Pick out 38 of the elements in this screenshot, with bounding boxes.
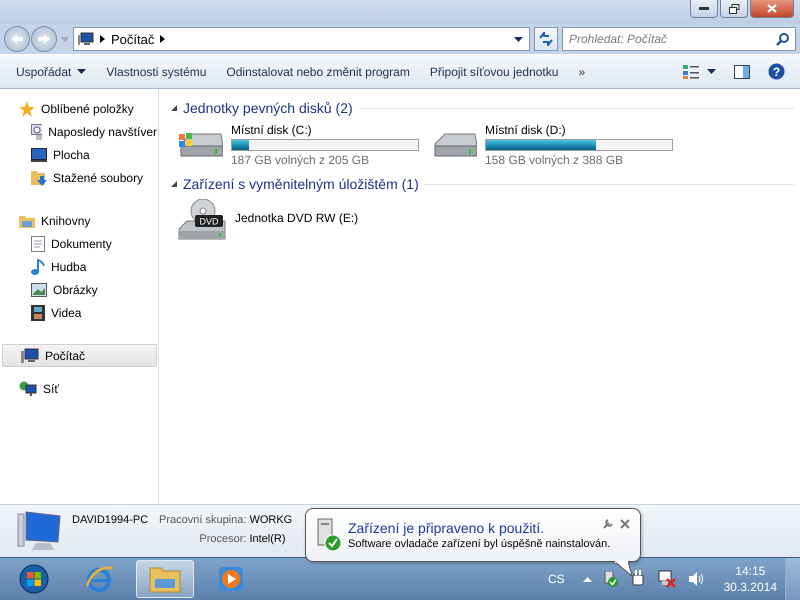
computer-name: DAVID1994-PC	[72, 514, 150, 526]
detail-value: Intel(R)	[249, 533, 286, 545]
more-commands-button[interactable]: »	[570, 60, 594, 82]
toolbar-button[interactable]: Připojit síťovou jednotku	[422, 60, 566, 82]
clock-time: 14:15	[735, 564, 766, 578]
detail-label: Procesor:	[198, 533, 246, 545]
drive-name[interactable]: Jednotka DVD RW (E:)	[235, 211, 358, 225]
detail-value: WORKG	[249, 514, 292, 526]
help-button[interactable]: ?	[761, 59, 792, 84]
free-space-text: 158 GB volných z 388 GB	[485, 153, 624, 167]
toolbar-button[interactable]: Vlastnosti systému	[98, 60, 214, 82]
detail-label: Pracovní skupina:	[159, 514, 246, 526]
nav-item[interactable]: Dokumenty	[0, 232, 158, 255]
toolbar-button[interactable]: Uspořádat	[8, 60, 94, 82]
help-icon: ?	[768, 63, 785, 80]
toolbar-button[interactable]: Odinstalovat nebo změnit program	[218, 60, 418, 82]
nav-item[interactable]: Knihovny	[0, 209, 158, 232]
search-field[interactable]: Prohledat: Počítač	[562, 27, 796, 51]
clock-date: 30.3.2014	[724, 580, 777, 594]
balloon-title: Zařízení je připraveno k použití.	[348, 520, 544, 536]
group-heading: Jednotky pevných disků (2)	[183, 100, 353, 116]
nav-item[interactable]: Počítač	[2, 344, 157, 367]
nav-item[interactable]: Oblíbené položky	[0, 97, 158, 120]
clock[interactable]: 14:15 30.3.2014	[724, 564, 777, 594]
nav-item[interactable]: Stažené soubory	[0, 166, 158, 189]
group-heading: Zařízení s vyměnitelným úložištěm (1)	[183, 176, 419, 192]
free-space-text: 187 GB volných z 205 GB	[231, 153, 370, 167]
address-bar[interactable]: Počítač	[73, 27, 530, 51]
drive-name[interactable]: Místní disk (D:)	[485, 123, 673, 137]
nav-item[interactable]: Síť	[0, 377, 158, 400]
balloon-message: Software ovladače zařízení byl úspěšně nainstalován.	[348, 538, 610, 550]
nav-item[interactable]: Obrázky	[0, 278, 158, 301]
breadcrumb[interactable]: Počítač	[111, 32, 154, 46]
nav-item[interactable]: Naposledy navštíver	[0, 120, 158, 143]
nav-item[interactable]: Hudba	[0, 255, 158, 278]
nav-item[interactable]: Plocha	[0, 143, 158, 166]
drive-name[interactable]: Místní disk (C:)	[231, 123, 419, 137]
nav-item[interactable]: Videa	[0, 301, 158, 324]
